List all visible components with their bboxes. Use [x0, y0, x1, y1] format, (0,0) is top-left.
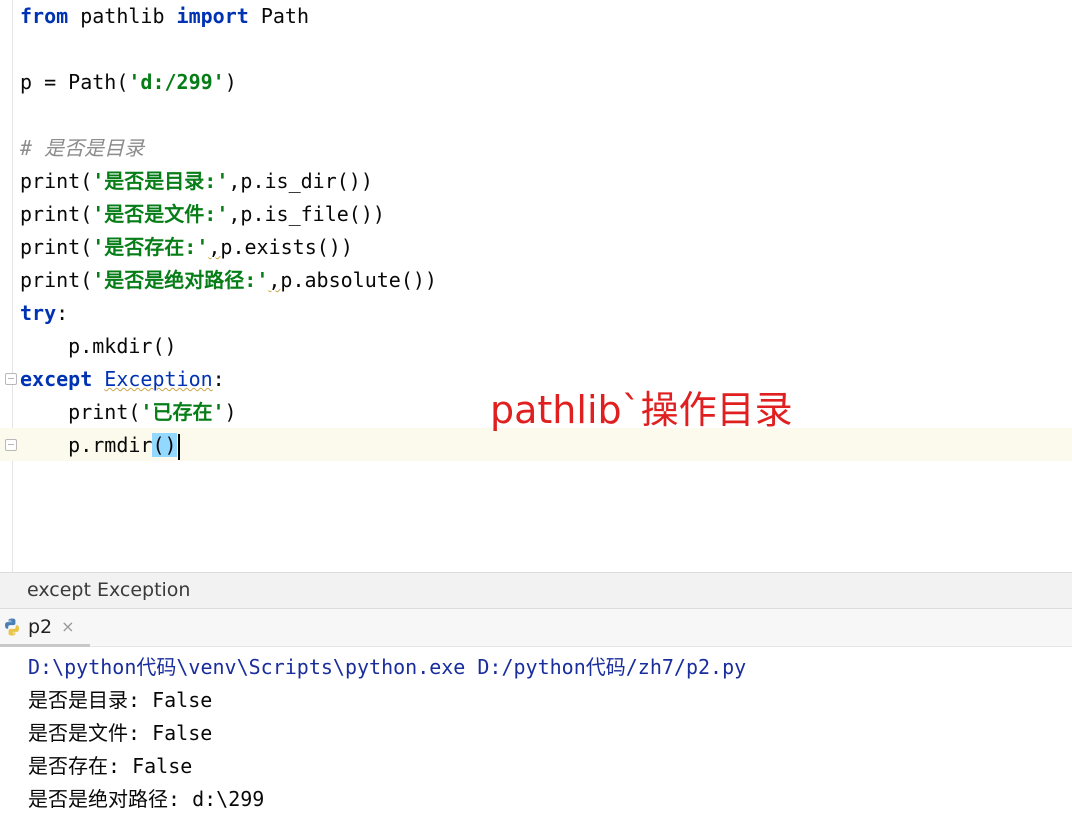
warning-comma: ,	[268, 268, 281, 292]
code-text: :	[56, 301, 69, 325]
code-text: p.mkdir()	[68, 334, 177, 358]
code-text: p = Path(	[20, 70, 129, 94]
code-text: )	[224, 400, 237, 424]
breadcrumb[interactable]: except Exception	[0, 572, 1072, 609]
editor-gutter	[12, 0, 13, 572]
code-line-8[interactable]: print('是否存在:',p.exists())	[20, 231, 353, 264]
module-name: pathlib	[68, 4, 177, 28]
code-text: p.exists())	[220, 235, 353, 259]
code-text: ,p.is_file())	[228, 202, 385, 226]
run-tool-window: p2 × D:\python代码\venv\Scripts\python.exe…	[0, 609, 1072, 830]
code-line-1[interactable]: from pathlib import Path	[20, 0, 309, 33]
code-line-7[interactable]: print('是否是文件:',p.is_file())	[20, 198, 385, 231]
code-text: :	[212, 367, 225, 391]
code-text: )	[224, 70, 237, 94]
code-text: print(	[20, 169, 93, 193]
string-literal: '是否是文件:'	[92, 202, 229, 226]
code-line-3[interactable]: p = Path('d:/299')	[20, 66, 237, 99]
code-text: print(	[20, 268, 93, 292]
console-output-line: 是否是文件: False	[28, 721, 213, 745]
text-caret	[177, 433, 180, 460]
code-line-14[interactable]: p.rmdir()	[20, 429, 180, 462]
run-tab-p2[interactable]: p2 ×	[0, 609, 90, 647]
code-line-13[interactable]: print('已存在')	[20, 396, 237, 429]
code-text: p.absolute())	[280, 268, 437, 292]
code-text: print(	[20, 202, 93, 226]
code-text: print(	[68, 400, 141, 424]
string-literal: 'd:/299'	[128, 70, 225, 94]
string-literal: '是否是目录:'	[92, 169, 229, 193]
string-literal: '已存在'	[140, 400, 225, 424]
fold-icon[interactable]	[5, 373, 17, 385]
console-output-line: 是否是绝对路径: d:\299	[28, 787, 265, 811]
close-icon[interactable]: ×	[61, 617, 74, 636]
code-editor[interactable]: from pathlib import Path p = Path('d:/29…	[0, 0, 1072, 572]
keyword-import: import	[176, 4, 249, 28]
code-line-10[interactable]: try:	[20, 297, 68, 330]
keyword-try: try	[20, 301, 57, 325]
run-tab-bar: p2 ×	[0, 609, 1072, 647]
code-line-12[interactable]: except Exception:	[20, 363, 225, 396]
string-literal: '是否是绝对路径:'	[92, 268, 269, 292]
code-text: print(	[20, 235, 93, 259]
code-line-6[interactable]: print('是否是目录:',p.is_dir())	[20, 165, 373, 198]
matched-paren: ()	[152, 433, 177, 457]
console-output-line: 是否存在: False	[28, 754, 193, 778]
warning-comma: ,	[208, 235, 221, 259]
code-text: ,p.is_dir())	[228, 169, 373, 193]
code-line-11[interactable]: p.mkdir()	[20, 330, 177, 363]
python-icon	[5, 618, 19, 635]
import-name: Path	[248, 4, 310, 28]
class-name: Exception	[104, 367, 213, 391]
run-tab-label: p2	[28, 615, 53, 638]
keyword-except: except	[20, 367, 93, 391]
code-line-9[interactable]: print('是否是绝对路径:',p.absolute())	[20, 264, 437, 297]
keyword-from: from	[20, 4, 69, 28]
string-literal: '是否存在:'	[92, 235, 209, 259]
console-command-line: D:\python代码\venv\Scripts\python.exe D:/p…	[28, 655, 747, 679]
code-line-5[interactable]: # 是否是目录	[20, 132, 144, 165]
console-output-line: 是否是目录: False	[28, 688, 213, 712]
code-text: p.rmdir	[68, 433, 153, 457]
fold-end-icon[interactable]	[5, 439, 17, 451]
code-comment: # 是否是目录	[20, 136, 145, 160]
annotation-label: pathlib`操作目录	[490, 388, 793, 432]
